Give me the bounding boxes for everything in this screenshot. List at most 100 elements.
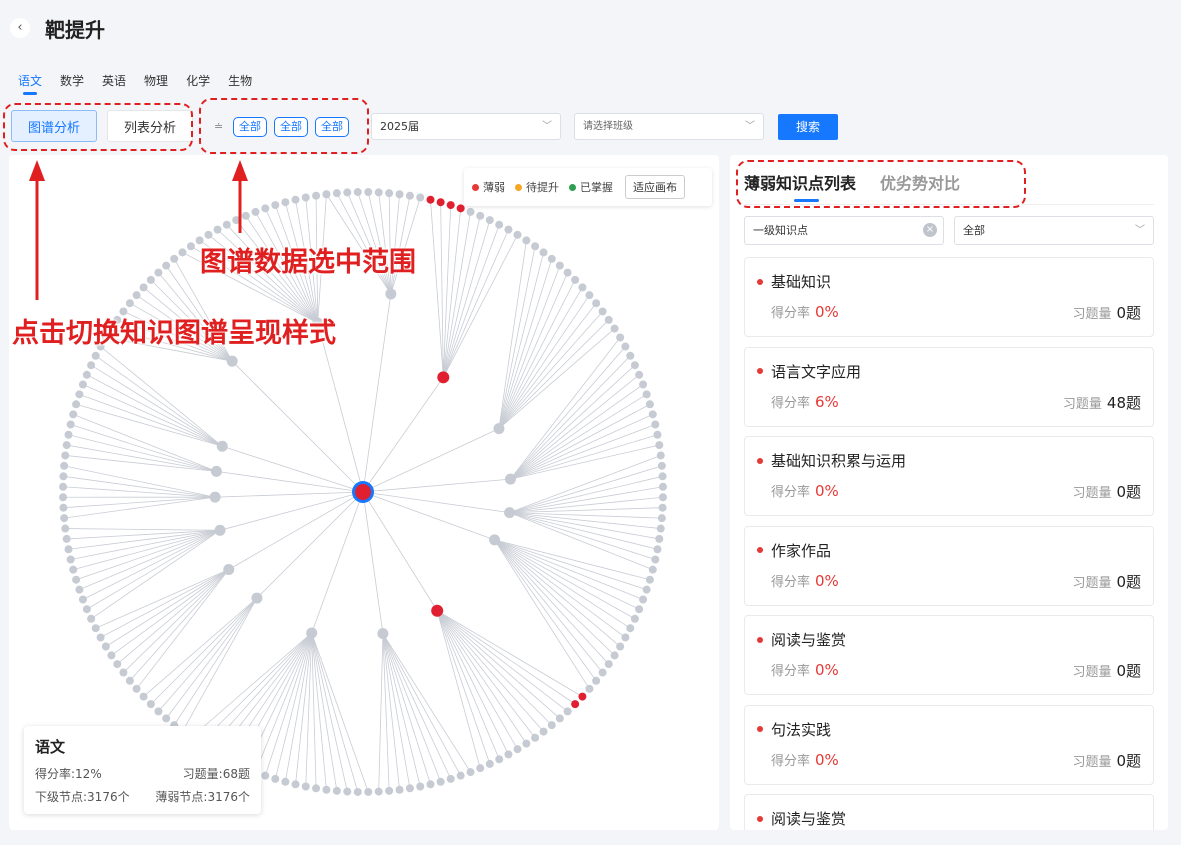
graph-leaf-node[interactable] (139, 692, 148, 701)
graph-branch-node[interactable] (489, 534, 501, 546)
graph-leaf-node[interactable] (178, 248, 187, 257)
graph-leaf-node[interactable] (658, 472, 667, 481)
graph-leaf-node[interactable] (522, 739, 531, 748)
graph-leaf-node[interactable] (585, 684, 594, 693)
graph-leaf-node[interactable] (578, 283, 587, 292)
graph-leaf-node[interactable] (513, 230, 522, 239)
graph-leaf-node[interactable] (59, 472, 68, 481)
graph-leaf-node[interactable] (213, 225, 222, 234)
graph-leaf-node[interactable] (657, 514, 666, 523)
weak-point-card[interactable]: 作家作品 得分率 0% 习题量 0题 (744, 525, 1154, 606)
graph-leaf-node[interactable] (64, 430, 73, 439)
graph-leaf-node[interactable] (125, 676, 134, 685)
graph-leaf-node[interactable] (405, 191, 414, 200)
graph-branch-node[interactable] (493, 423, 505, 435)
graph-leaf-node[interactable] (281, 777, 290, 786)
graph-leaf-node[interactable] (113, 660, 122, 669)
graph-leaf-node[interactable] (146, 700, 155, 709)
graph-leaf-node[interactable] (563, 268, 572, 277)
graph-leaf-node[interactable] (301, 193, 310, 202)
graph-leaf-node[interactable] (353, 787, 362, 796)
graph-leaf-node[interactable] (154, 268, 163, 277)
graph-leaf-node[interactable] (281, 198, 290, 207)
graph-leaf-node[interactable] (374, 787, 383, 796)
graph-leaf-node[interactable] (466, 207, 475, 216)
graph-leaf-node[interactable] (59, 493, 68, 502)
graph-leaf-node[interactable] (241, 211, 250, 220)
graph-leaf-node[interactable] (312, 191, 321, 200)
graph-leaf-node[interactable] (146, 275, 155, 284)
graph-leaf-node[interactable] (592, 676, 601, 685)
tab-subject[interactable]: 生物 (228, 72, 252, 95)
graph-leaf-node[interactable] (604, 660, 613, 669)
weak-point-card[interactable]: 语言文字应用 得分率 6% 习题量 48题 (744, 346, 1154, 427)
graph-leaf-node[interactable] (139, 283, 148, 292)
graph-leaf-node[interactable] (395, 785, 404, 794)
tab-subject[interactable]: 化学 (186, 72, 210, 95)
graph-leaf-node[interactable] (635, 370, 644, 379)
graph-leaf-node[interactable] (476, 764, 485, 773)
weak-point-card[interactable]: 阅读与鉴赏得分率习题量 (744, 794, 1154, 830)
graph-leaf-node[interactable] (426, 195, 435, 204)
graph-leaf-node[interactable] (436, 198, 445, 207)
graph-leaf-node[interactable] (563, 707, 572, 716)
graph-leaf-node[interactable] (648, 565, 657, 574)
graph-leaf-node[interactable] (78, 595, 87, 604)
graph-leaf-node[interactable] (539, 248, 548, 257)
graph-leaf-node[interactable] (635, 605, 644, 614)
graph-branch-node[interactable] (216, 440, 228, 452)
graph-leaf-node[interactable] (82, 605, 91, 614)
graph-leaf-node[interactable] (626, 351, 635, 360)
graph-leaf-node[interactable] (639, 380, 648, 389)
graph-leaf-node[interactable] (132, 291, 141, 300)
graph-leaf-node[interactable] (261, 771, 270, 780)
graph-branch-node[interactable] (214, 524, 226, 536)
graph-leaf-node[interactable] (353, 188, 362, 197)
graph-leaf-node[interactable] (78, 380, 87, 389)
graph-leaf-node[interactable] (648, 410, 657, 419)
graph-leaf-node[interactable] (62, 534, 71, 543)
graph-leaf-node[interactable] (385, 189, 394, 198)
graph-leaf-node[interactable] (82, 370, 91, 379)
level-input[interactable]: 一级知识点 × (744, 216, 944, 245)
graph-leaf-node[interactable] (416, 782, 425, 791)
back-icon[interactable]: ‹ (10, 18, 30, 38)
graph-branch-node[interactable] (504, 473, 516, 485)
graph-leaf-node[interactable] (61, 524, 70, 533)
graph-leaf-node[interactable] (87, 614, 96, 623)
graph-leaf-node[interactable] (621, 342, 630, 351)
graph-leaf-node[interactable] (291, 195, 300, 204)
tab-subject[interactable]: 语文 (18, 72, 42, 95)
graph-leaf-node[interactable] (653, 430, 662, 439)
graph-leaf-node[interactable] (271, 201, 280, 210)
graph-leaf-node[interactable] (642, 390, 651, 399)
graph-leaf-node[interactable] (571, 700, 580, 709)
weak-point-card[interactable]: 句法实践 得分率 0% 习题量 0题 (744, 704, 1154, 785)
fit-canvas-button[interactable]: 适应画布 (625, 175, 685, 199)
graph-leaf-node[interactable] (261, 204, 270, 213)
graph-leaf-node[interactable] (547, 254, 556, 263)
graph-branch-node[interactable] (251, 592, 263, 604)
graph-leaf-node[interactable] (476, 211, 485, 220)
graph-leaf-node[interactable] (513, 745, 522, 754)
graph-leaf-node[interactable] (555, 261, 564, 270)
tab-subject[interactable]: 物理 (144, 72, 168, 95)
graph-leaf-node[interactable] (87, 361, 96, 370)
graph-leaf-node[interactable] (630, 614, 639, 623)
grade-select[interactable]: 2025届 ﹀ (371, 113, 561, 140)
graph-leaf-node[interactable] (531, 242, 540, 251)
graph-leaf-node[interactable] (446, 201, 455, 210)
graph-leaf-node[interactable] (405, 784, 414, 793)
graph-leaf-node[interactable] (69, 565, 78, 574)
graph-branch-node[interactable] (437, 371, 450, 384)
graph-leaf-node[interactable] (332, 189, 341, 198)
graph-branch-node[interactable] (504, 507, 516, 519)
class-select[interactable]: 请选择班级 ﹀ (574, 113, 764, 140)
graph-leaf-node[interactable] (385, 786, 394, 795)
graph-leaf-node[interactable] (642, 585, 651, 594)
graph-leaf-node[interactable] (343, 787, 352, 796)
graph-leaf-node[interactable] (364, 188, 373, 197)
graph-leaf-node[interactable] (555, 714, 564, 723)
graph-leaf-node[interactable] (504, 225, 513, 234)
graph-leaf-node[interactable] (655, 534, 664, 543)
